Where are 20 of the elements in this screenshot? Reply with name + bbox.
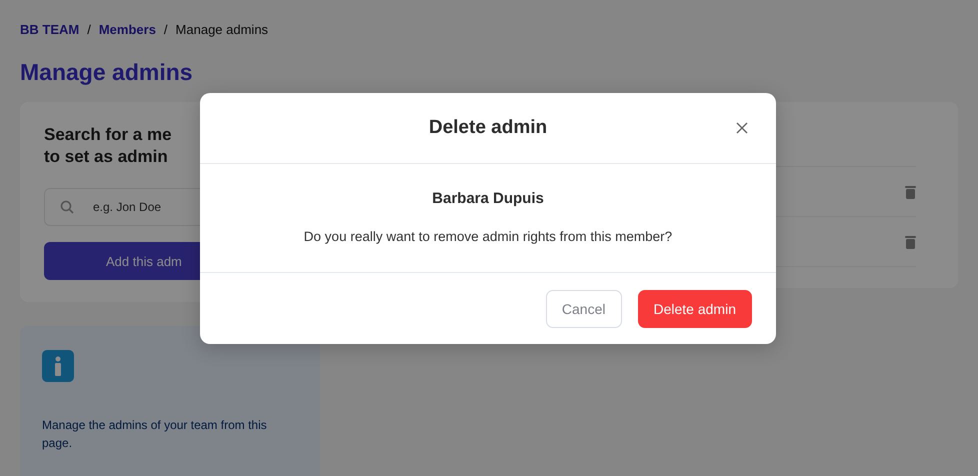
confirm-message: Do you really want to remove admin rights from this member? xyxy=(304,229,672,244)
member-name: Barbara Dupuis xyxy=(432,190,544,207)
breadcrumb-link[interactable]: Members xyxy=(98,22,156,37)
breadcrumb-separator: / xyxy=(164,22,168,37)
card-title: Search for a me xyxy=(44,124,173,146)
page-title: Manage admins xyxy=(20,59,194,86)
info-text: Manage the admins of your team from this page. xyxy=(42,417,268,452)
breadcrumb-current: Manage admins xyxy=(176,22,268,37)
search-icon xyxy=(60,200,74,214)
trash-icon[interactable] xyxy=(905,184,916,198)
delete-button[interactable]: Delete admin xyxy=(638,290,752,328)
trash-icon[interactable] xyxy=(905,234,916,248)
card-title: to set as admin xyxy=(44,146,169,168)
breadcrumb-separator: / xyxy=(87,22,91,37)
close-button[interactable] xyxy=(734,120,750,136)
dialog-title: Delete admin xyxy=(428,117,548,139)
close-icon xyxy=(734,120,750,136)
breadcrumb-link[interactable]: BB TEAM xyxy=(20,22,80,37)
info-icon xyxy=(42,350,74,382)
cancel-button[interactable]: Cancel xyxy=(546,290,622,328)
